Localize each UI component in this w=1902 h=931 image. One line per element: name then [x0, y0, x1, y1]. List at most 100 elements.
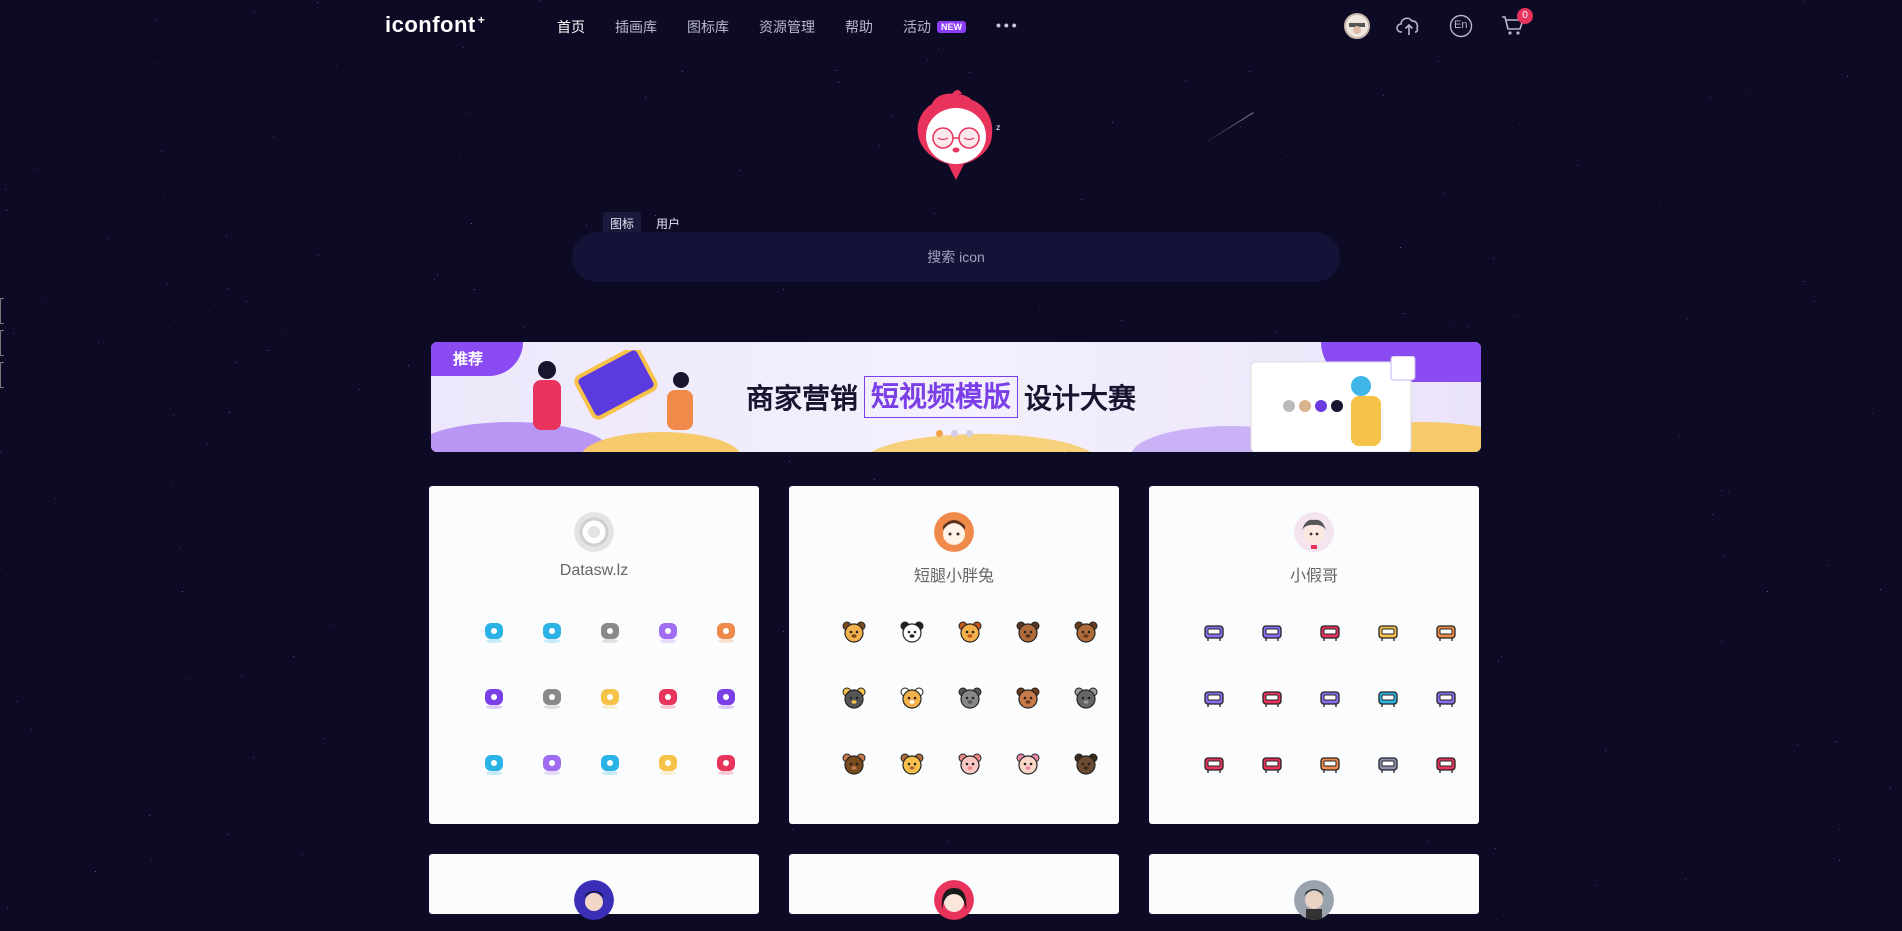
- app-icon: [540, 752, 564, 776]
- nav-resource-management[interactable]: 资源管理: [759, 17, 815, 37]
- collection-card[interactable]: [789, 854, 1119, 920]
- star-dot: [783, 289, 784, 290]
- star-dot: [282, 334, 283, 335]
- star-dot: [471, 223, 472, 224]
- star-dot: [1767, 591, 1768, 592]
- app-icon: [714, 620, 738, 644]
- nav-home[interactable]: 首页: [557, 17, 585, 37]
- star-dot: [891, 116, 892, 117]
- animal-icon: [842, 686, 866, 710]
- furniture-icon: [1376, 752, 1400, 776]
- star-dot: [789, 461, 790, 462]
- star-dot: [1728, 492, 1729, 493]
- bracket-3: [0, 362, 4, 388]
- carousel-dot[interactable]: [936, 430, 943, 437]
- side-brackets: [0, 298, 4, 394]
- furniture-icon: [1376, 620, 1400, 644]
- promo-banner[interactable]: 推荐 商家营销 短视频模版 设计大赛: [431, 342, 1481, 452]
- collection-card[interactable]: [429, 854, 759, 920]
- nav-help[interactable]: 帮助: [845, 17, 873, 37]
- author-name: 短腿小胖兔: [913, 568, 994, 585]
- star-dot: [1400, 247, 1401, 248]
- nav-illustrations[interactable]: 插画库: [615, 17, 657, 37]
- search-input[interactable]: [572, 249, 1340, 265]
- star-dot: [1835, 741, 1836, 742]
- collection-card[interactable]: [1149, 854, 1479, 920]
- animal-icon: [1016, 686, 1040, 710]
- animal-icon: [958, 620, 982, 644]
- star-dot: [173, 415, 174, 416]
- star-dot: [157, 63, 158, 64]
- star-dot: [1403, 313, 1404, 314]
- star-dot: [151, 859, 152, 860]
- iconfont-logo[interactable]: iconfont +: [385, 12, 485, 38]
- avatar: [1344, 13, 1370, 39]
- more-menu-icon[interactable]: •••: [996, 17, 1020, 37]
- carousel-dot[interactable]: [966, 430, 973, 437]
- carousel-dot[interactable]: [951, 430, 958, 437]
- furniture-icon: [1376, 686, 1400, 710]
- star-dot: [437, 274, 438, 275]
- furniture-icon: [1202, 686, 1226, 710]
- star-dot: [434, 279, 435, 280]
- star-dot: [1468, 326, 1469, 327]
- star-dot: [1823, 477, 1824, 478]
- star-dot: [1493, 258, 1494, 259]
- star-dot: [1814, 301, 1815, 302]
- nav-events[interactable]: 活动 NEW: [903, 17, 966, 37]
- furniture-icon: [1260, 620, 1284, 644]
- star-dot: [259, 152, 260, 153]
- nav-icon-library[interactable]: 图标库: [687, 17, 729, 37]
- avatar: [934, 512, 974, 552]
- star-dot: [1428, 841, 1429, 842]
- star-dot: [783, 631, 784, 632]
- star-dot: [34, 169, 35, 170]
- star-dot: [1438, 61, 1439, 62]
- star-dot: [1685, 879, 1686, 880]
- star-dot: [874, 479, 875, 480]
- app-icon: [714, 752, 738, 776]
- star-dot: [1839, 829, 1840, 830]
- star-dot: [98, 342, 99, 343]
- furniture-icon: [1318, 686, 1342, 710]
- star-dot: [682, 71, 683, 72]
- user-avatar[interactable]: [1343, 12, 1371, 40]
- star-dot: [466, 113, 467, 114]
- star-dot: [1827, 565, 1828, 566]
- upload-cloud-icon[interactable]: [1395, 12, 1423, 40]
- star-dot: [879, 145, 880, 146]
- star-dot: [181, 680, 182, 681]
- star-dot: [13, 333, 14, 334]
- app-icon: [482, 752, 506, 776]
- bracket-2: [0, 330, 4, 356]
- banner-title-start: 商家营销: [746, 382, 859, 415]
- collection-card[interactable]: 小假哥: [1149, 486, 1479, 824]
- star-dot: [268, 350, 269, 351]
- star-dot: [273, 136, 274, 137]
- star-dot: [460, 154, 461, 155]
- star-dot: [1039, 306, 1040, 307]
- star-dot: [1721, 490, 1722, 491]
- star-dot: [1881, 611, 1882, 612]
- star-dot: [175, 459, 176, 460]
- language-en-icon[interactable]: En: [1447, 12, 1475, 40]
- app-icon: [656, 752, 680, 776]
- star-dot: [226, 235, 227, 236]
- header-actions: En 0: [1343, 8, 1533, 40]
- furniture-icon: [1434, 686, 1458, 710]
- app-icon: [540, 620, 564, 644]
- mascot-logo: z: [912, 88, 1004, 188]
- star-dot: [1276, 331, 1277, 332]
- animal-icon: [900, 620, 924, 644]
- cart-icon[interactable]: 0: [1499, 8, 1533, 40]
- app-icon: [598, 686, 622, 710]
- animal-icon: [1074, 620, 1098, 644]
- star-dot: [1712, 514, 1713, 515]
- bracket-1: [0, 298, 4, 324]
- svg-text:z: z: [996, 123, 1000, 132]
- star-dot: [359, 389, 360, 390]
- collection-card[interactable]: Datasw.lz: [429, 486, 759, 824]
- collection-card[interactable]: 短腿小胖兔: [789, 486, 1119, 824]
- star-dot: [1255, 455, 1256, 456]
- star-dot: [1605, 750, 1606, 751]
